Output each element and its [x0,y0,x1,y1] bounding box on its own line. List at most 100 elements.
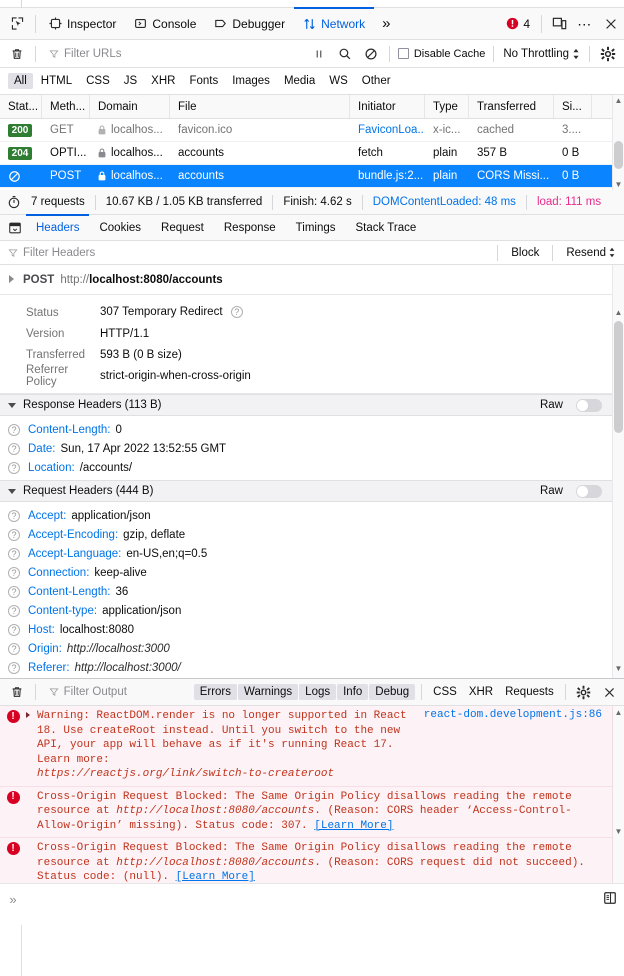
console-input-row[interactable]: » [0,883,624,925]
cell-initiator[interactable]: FaviconLoa... [350,119,425,141]
learn-more-link[interactable]: [Learn More] [176,871,255,883]
tab-console[interactable]: Console [125,8,205,40]
console-message-link[interactable]: https://reactjs.org/link/switch-to-creat… [37,768,334,780]
severity-filter-warnings[interactable]: Warnings [238,684,299,700]
column-header-file[interactable]: File [170,95,350,118]
filter-headers-input[interactable]: Filter Headers [23,247,95,259]
table-row[interactable]: 204 OPTI... localhos... accounts fetch p… [0,142,612,165]
raw-toggle[interactable] [576,398,602,412]
headers-panel-scrollbar[interactable]: ▲ ▼ [612,265,624,678]
column-header-domain[interactable]: Domain [90,95,170,118]
more-options-icon[interactable]: ⋯ [572,11,598,37]
tab-request[interactable]: Request [151,215,214,241]
trash-icon[interactable] [4,679,30,705]
filter-css[interactable]: CSS [427,684,463,700]
tab-headers[interactable]: Headers [26,213,90,241]
scroll-up-arrow-icon[interactable]: ▲ [613,95,624,106]
expand-twisty-icon[interactable] [26,709,37,782]
pause-icon[interactable] [306,41,332,67]
expand-twisty-icon[interactable] [8,275,17,284]
tab-response[interactable]: Response [214,215,286,241]
column-header-status[interactable]: Stat... [0,95,42,118]
type-filter-media[interactable]: Media [278,73,321,89]
collapse-twisty-icon[interactable] [8,401,17,410]
column-header-type[interactable]: Type [425,95,469,118]
cell-initiator[interactable]: bundle.js:2... [350,165,425,187]
severity-filter-info[interactable]: Info [337,684,369,700]
type-filter-images[interactable]: Images [226,73,276,89]
learn-more-link[interactable]: [Learn More] [314,820,393,832]
tab-debugger[interactable]: Debugger [205,8,294,40]
block-button[interactable]: Block [503,247,547,259]
responsive-design-mode-icon[interactable] [546,11,572,37]
request-url-row[interactable]: POST http://localhost:8080/accounts [0,265,612,295]
console-input-field[interactable] [26,884,596,926]
type-filter-html[interactable]: HTML [35,73,78,89]
help-icon[interactable]: ? [8,442,20,455]
disable-cache-checkbox[interactable]: Disable Cache [395,48,489,60]
collapse-twisty-icon[interactable] [8,487,17,496]
trash-icon[interactable] [4,41,30,67]
table-row[interactable]: 200 GET localhos... favicon.ico FaviconL… [0,119,612,142]
scroll-down-arrow-icon[interactable]: ▼ [613,826,624,837]
help-icon[interactable]: ? [8,509,20,522]
block-requests-icon[interactable] [358,41,384,67]
help-icon[interactable]: ? [8,623,20,636]
tab-network[interactable]: Network [294,6,375,40]
more-tabs-chevron-icon[interactable]: » [374,16,398,31]
help-icon[interactable]: ? [8,547,20,560]
help-icon[interactable]: ? [230,306,243,319]
tab-inspector[interactable]: Inspector [40,8,125,40]
requests-table-scrollbar[interactable]: ▲ ▼ [612,95,624,190]
type-filter-other[interactable]: Other [356,73,397,89]
raw-toggle[interactable] [576,484,602,498]
multiline-editor-icon[interactable] [596,884,624,905]
type-filter-all[interactable]: All [8,73,33,89]
column-header-size[interactable]: Si... [554,95,592,118]
tab-stack-trace[interactable]: Stack Trace [346,215,427,241]
tab-cookies[interactable]: Cookies [89,215,151,241]
column-header-method[interactable]: Meth... [42,95,90,118]
filter-xhr[interactable]: XHR [463,684,499,700]
type-filter-js[interactable]: JS [118,73,143,89]
scroll-up-arrow-icon[interactable]: ▲ [613,707,624,718]
help-icon[interactable]: ? [8,585,20,598]
scroll-down-arrow-icon[interactable]: ▼ [613,179,624,190]
help-icon[interactable]: ? [8,661,20,674]
scroll-down-arrow-icon[interactable]: ▼ [613,663,624,674]
search-icon[interactable] [332,41,358,67]
console-message[interactable]: ! Warning: ReactDOM.render is no longer … [0,706,612,787]
close-icon[interactable] [596,679,622,705]
throttling-select[interactable]: No Throttling [499,48,584,60]
help-icon[interactable]: ? [8,423,20,436]
section-response-headers[interactable]: Response Headers (113 B) Raw [0,394,612,416]
gear-icon[interactable] [571,679,597,705]
filter-output-input[interactable]: Filter Output [41,686,194,698]
error-count-badge[interactable]: 4 [499,17,537,31]
type-filter-ws[interactable]: WS [323,73,354,89]
toggle-sidebar-icon[interactable] [4,217,26,239]
help-icon[interactable]: ? [8,528,20,541]
severity-filter-errors[interactable]: Errors [193,684,238,700]
help-icon[interactable]: ? [8,604,20,617]
scroll-up-arrow-icon[interactable]: ▲ [613,307,624,318]
console-message[interactable]: ! Cross-Origin Request Blocked: The Same… [0,786,612,838]
element-picker-icon[interactable] [3,10,31,38]
gear-icon[interactable] [595,41,621,67]
resend-button[interactable]: Resend [558,247,608,259]
console-scrollbar[interactable]: ▲ ▼ [612,706,624,883]
help-icon[interactable]: ? [8,566,20,579]
column-header-initiator[interactable]: Initiator [350,95,425,118]
help-icon[interactable]: ? [8,461,20,474]
section-request-headers[interactable]: Request Headers (444 B) Raw [0,480,612,502]
console-message-source[interactable]: react-dom.development.js:86 [424,709,612,721]
filter-requests[interactable]: Requests [499,684,560,700]
help-icon[interactable]: ? [8,642,20,655]
tab-timings[interactable]: Timings [286,215,346,241]
severity-filter-debug[interactable]: Debug [369,684,416,700]
type-filter-css[interactable]: CSS [80,73,116,89]
table-row-selected[interactable]: POST localhos... accounts bundle.js:2...… [0,165,612,188]
severity-filter-logs[interactable]: Logs [299,684,337,700]
filter-urls-input[interactable]: Filter URLs [41,43,306,65]
console-message[interactable]: ! Cross-Origin Request Blocked: The Same… [0,838,612,883]
